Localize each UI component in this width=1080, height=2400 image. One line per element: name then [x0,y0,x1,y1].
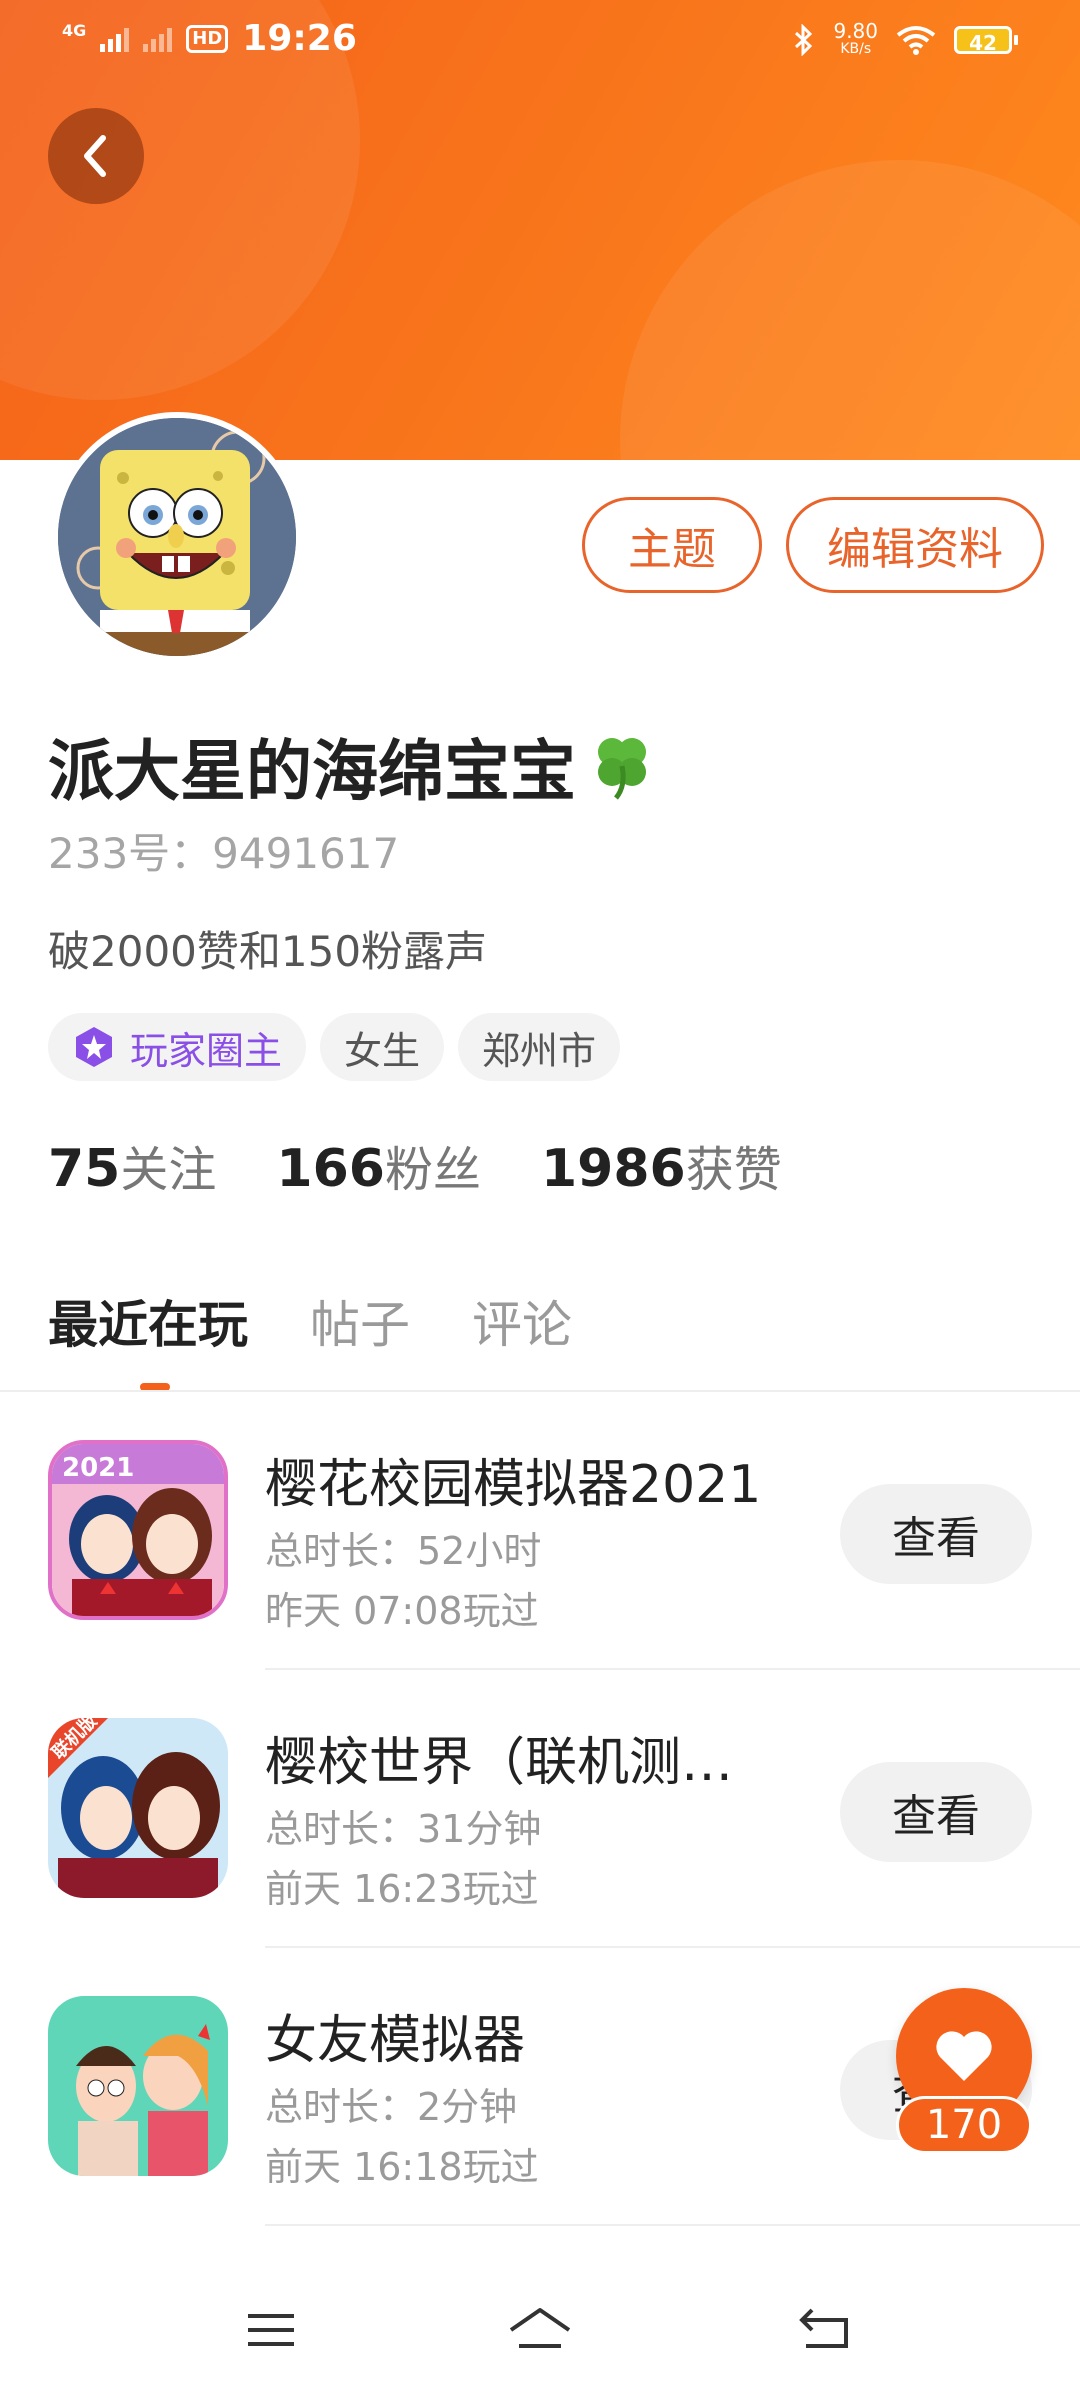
signal-icon [100,26,130,52]
like-count-badge: 170 [896,2096,1032,2154]
view-button[interactable]: 查看 [840,1484,1032,1584]
game-title: 樱校世界（联机测… [265,1733,734,1793]
avatar[interactable] [52,412,302,662]
profile-tabs: 最近在玩 帖子 评论 [48,1285,572,1357]
user-id: 233号：9491617 [48,829,400,878]
user-bio: 破2000赞和150粉露声 [48,927,488,976]
wifi-icon [896,26,936,55]
signal-icon-secondary [143,26,173,52]
profile-stats: 75关注 166粉丝 1986获赞 [48,1130,782,1200]
view-button[interactable]: 查看 [840,1762,1032,1862]
battery-icon: 42 [954,26,1018,55]
bluetooth-icon [795,24,813,56]
clock: 19:26 [242,18,357,59]
home-icon[interactable] [505,2300,575,2360]
profile-header-banner: 4G HD 19:26 9.80 KB/s 42 [0,0,1080,460]
profile-tags: 玩家圈主 女生 郑州市 [48,1013,621,1081]
stat-likes[interactable]: 1986获赞 [541,1130,782,1200]
tab-recently-played[interactable]: 最近在玩 [48,1285,248,1357]
network-speed: 9.80 KB/s [833,19,878,57]
back-button[interactable] [48,108,144,204]
divider [265,2224,1080,2226]
system-navigation-bar [0,2260,1080,2400]
list-item[interactable]: 2021 樱花校园模拟器2021 总时长：52小时 昨天 07:08玩过 查看 [0,1392,1080,1670]
tag-circle-owner[interactable]: 玩家圈主 [48,1013,307,1081]
game-icon [48,1996,228,2176]
anime-girls-image: 2021 [52,1444,224,1616]
list-item[interactable]: 联机版 樱校世界（联机测… 总时长：31分钟 前天 16:23玩过 查看 [0,1670,1080,1948]
back-nav-icon[interactable] [790,2300,860,2360]
tag-city: 郑州市 [458,1013,621,1081]
game-duration: 总时长：31分钟 [265,1807,542,1851]
game-title: 樱花校园模拟器2021 [265,1455,762,1515]
anime-girls-image: 联机版 [48,1718,228,1898]
game-duration: 总时长：2分钟 [265,2085,518,2129]
badge-star-icon [76,1027,112,1067]
hd-badge: HD [186,24,229,53]
game-icon: 2021 [48,1440,228,1620]
tab-posts[interactable]: 帖子 [310,1285,410,1357]
network-type: 4G [62,20,87,40]
tag-gender: 女生 [320,1013,445,1081]
svg-text:2021: 2021 [62,1453,134,1483]
game-last-played: 前天 16:18玩过 [265,2145,539,2189]
four-leaf-clover-icon [598,738,646,800]
stat-following[interactable]: 75关注 [48,1130,216,1200]
cartoon-couple-image [48,1996,228,2176]
profile-name: 派大星的海绵宝宝 [48,718,658,814]
game-icon: 联机版 [48,1718,228,1898]
tab-comments[interactable]: 评论 [472,1285,572,1357]
status-bar: 4G HD 19:26 9.80 KB/s 42 [0,0,1080,90]
game-duration: 总时长：52小时 [265,1529,542,1573]
spongebob-avatar-image [58,418,296,656]
heart-icon [936,2031,992,2081]
game-title: 女友模拟器 [265,2011,526,2071]
game-last-played: 昨天 07:08玩过 [265,1589,539,1633]
profile-name-text: 派大星的海绵宝宝 [48,733,576,810]
chevron-left-icon [84,135,106,177]
edit-profile-button[interactable]: 编辑资料 [786,497,1044,593]
menu-icon[interactable] [236,2300,306,2360]
theme-button[interactable]: 主题 [582,497,762,593]
stat-followers[interactable]: 166粉丝 [276,1130,481,1200]
game-last-played: 前天 16:23玩过 [265,1867,539,1911]
